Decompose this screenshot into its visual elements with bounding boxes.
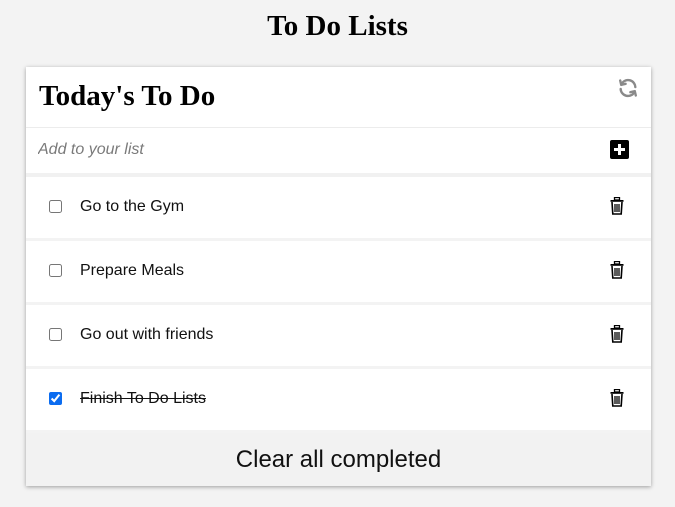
trash-icon[interactable] [610, 325, 624, 343]
todo-checkbox[interactable] [49, 392, 62, 405]
todo-label[interactable]: Finish To Do Lists [80, 389, 206, 409]
todo-checkbox[interactable] [49, 264, 62, 277]
todo-item: Go to the Gym [26, 177, 651, 241]
page-title: To Do Lists [267, 10, 408, 42]
todo-list: Go to the Gym Prepare Meals Go out with … [26, 177, 651, 433]
card-header: Today's To Do [26, 67, 651, 128]
add-todo-input[interactable] [38, 138, 578, 162]
todo-label[interactable]: Go to the Gym [80, 197, 184, 217]
todo-checkbox[interactable] [49, 328, 62, 341]
add-todo-row [26, 128, 651, 177]
todo-checkbox[interactable] [49, 200, 62, 213]
todo-label[interactable]: Prepare Meals [80, 261, 184, 281]
clear-completed-button[interactable]: Clear all completed [26, 433, 651, 486]
trash-icon[interactable] [610, 261, 624, 279]
todo-item: Finish To Do Lists [26, 369, 651, 433]
todo-label[interactable]: Go out with friends [80, 325, 213, 345]
trash-icon[interactable] [610, 389, 624, 407]
trash-icon[interactable] [610, 197, 624, 215]
todo-item: Go out with friends [26, 305, 651, 369]
refresh-icon[interactable] [617, 77, 639, 99]
todo-item: Prepare Meals [26, 241, 651, 305]
plus-square-icon[interactable] [610, 140, 629, 159]
card-title: Today's To Do [39, 80, 216, 112]
todo-card: Today's To Do Go to the Gym P [26, 67, 651, 486]
